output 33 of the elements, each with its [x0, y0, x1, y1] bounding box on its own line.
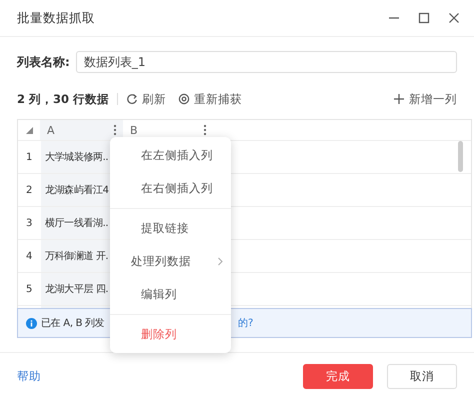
- close-icon: [448, 12, 460, 24]
- row-number: 5: [25, 282, 33, 296]
- info-message: 已在 A, B 列发: [41, 317, 104, 330]
- menu-item[interactable]: 处理列数据: [131, 254, 191, 269]
- info-link[interactable]: 的?: [238, 316, 254, 330]
- row-number: 4: [25, 250, 33, 264]
- refresh-button[interactable]: 刷新: [126, 92, 166, 106]
- list-name-field[interactable]: 数据列表_1: [76, 51, 457, 73]
- window-title: 批量数据抓取: [17, 10, 96, 26]
- target-icon: [178, 93, 190, 105]
- maximize-icon: [418, 12, 430, 24]
- row-number: 1: [25, 150, 33, 164]
- help-link[interactable]: 帮助: [17, 369, 289, 384]
- data-summary: 2 列，30 行数据: [17, 92, 110, 106]
- row-number: 3: [25, 216, 33, 230]
- add-column-button[interactable]: 新增一列: [393, 92, 457, 106]
- recapture-button[interactable]: 重新捕获: [178, 92, 242, 106]
- cancel-button[interactable]: 取消: [387, 364, 457, 389]
- info-icon: [26, 318, 37, 328]
- corner-icon: [25, 126, 34, 134]
- plus-icon: [393, 93, 405, 105]
- column-header[interactable]: A: [40, 120, 123, 140]
- more-icon: [113, 124, 117, 136]
- more-icon: [203, 124, 207, 136]
- maximize-button[interactable]: [418, 12, 430, 24]
- row-number: 2: [25, 184, 33, 198]
- finish-button[interactable]: 完成: [303, 364, 373, 389]
- close-button[interactable]: [448, 12, 460, 24]
- column-header[interactable]: B: [123, 120, 213, 140]
- scrollbar[interactable]: [458, 141, 463, 172]
- field-label: 列表名称:: [17, 54, 70, 70]
- chevron-right-icon: [217, 257, 223, 266]
- refresh-icon: [126, 93, 138, 105]
